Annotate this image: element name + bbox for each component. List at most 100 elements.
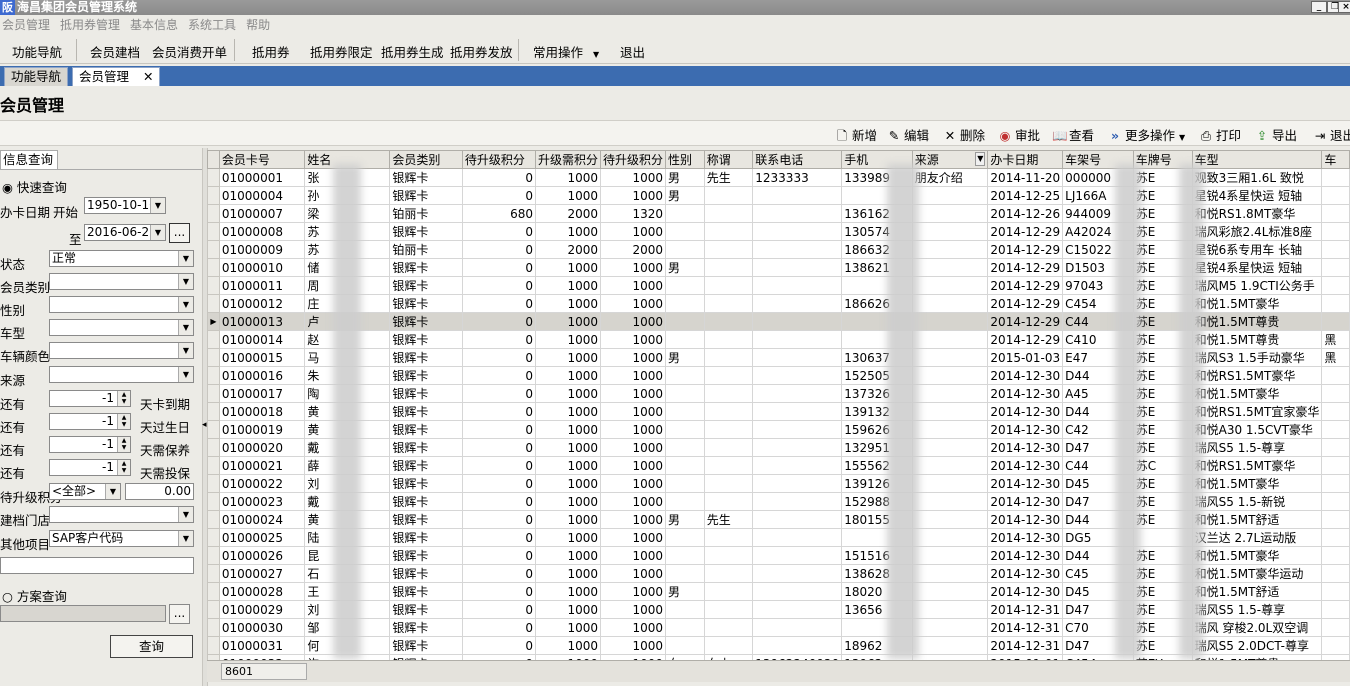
column-header[interactable]: 来源 ▼ — [911, 150, 989, 169]
chevron-down-icon[interactable]: ▼ — [178, 297, 193, 312]
chevron-down-icon[interactable]: ▼ — [178, 507, 193, 522]
common-ops-button[interactable]: 常用操作 ▼ — [533, 42, 599, 61]
row-indicator[interactable] — [207, 636, 220, 655]
row-indicator[interactable] — [207, 204, 220, 223]
row-indicator[interactable] — [207, 186, 220, 205]
member-type-select[interactable]: ▼ — [49, 273, 194, 290]
edit-button[interactable]: ✎ 编辑 — [887, 125, 929, 144]
close-icon[interactable]: ✕ — [143, 69, 153, 84]
column-header[interactable]: 会员类别 — [389, 150, 463, 169]
maintenance-stepper[interactable]: -1 ▲ ▼ — [49, 436, 131, 453]
menu-system-tools[interactable]: 系统工具 — [188, 18, 236, 32]
close-button[interactable]: × — [1338, 1, 1350, 13]
coupon-issue-button[interactable]: 抵用券发放 — [450, 42, 513, 61]
chevron-down-icon[interactable]: ▼ — [178, 274, 193, 289]
column-header[interactable]: 称谓 — [703, 150, 754, 169]
exit-button[interactable]: 退出 — [620, 42, 645, 61]
chevron-down-icon[interactable]: ▼ — [178, 251, 193, 266]
birthday-stepper[interactable]: -1 ▲ ▼ — [49, 413, 131, 430]
row-indicator[interactable] — [207, 528, 220, 547]
status-select[interactable]: 正常 ▼ — [49, 250, 194, 267]
row-indicator[interactable] — [207, 348, 220, 367]
more-ops-button[interactable]: » 更多操作 ▼ — [1108, 125, 1185, 144]
row-indicator[interactable] — [207, 438, 220, 457]
member-file-button[interactable]: 会员建档 — [90, 42, 140, 61]
chevron-down-icon[interactable]: ▼ — [178, 320, 193, 335]
row-indicator[interactable] — [207, 510, 220, 529]
row-indicator[interactable] — [207, 564, 220, 583]
menu-member[interactable]: 会员管理 — [2, 18, 50, 32]
tab-nav[interactable]: 功能导航 — [4, 67, 69, 86]
row-indicator[interactable] — [207, 258, 220, 277]
row-indicator[interactable] — [207, 276, 220, 295]
row-indicator[interactable] — [207, 294, 220, 313]
source-select[interactable]: ▼ — [49, 366, 194, 383]
column-header[interactable]: 性别 — [665, 150, 705, 169]
other-item-input[interactable] — [0, 557, 194, 574]
spin-arrows-icon[interactable]: ▲ ▼ — [117, 437, 130, 452]
spin-arrows-icon[interactable]: ▲ ▼ — [117, 460, 130, 475]
row-indicator[interactable] — [207, 402, 220, 421]
chevron-down-icon[interactable]: ▼ — [178, 531, 193, 546]
row-pointer-icon[interactable]: ▶ — [207, 312, 220, 331]
chevron-down-icon[interactable]: ▼ — [178, 343, 193, 358]
column-header[interactable]: 待升级积分 — [461, 150, 537, 169]
chevron-down-icon[interactable]: ▼ — [150, 225, 165, 240]
end-date-picker[interactable]: 2016-06-21 ▼ — [84, 224, 166, 241]
minimize-button[interactable]: _ — [1311, 1, 1327, 13]
export-button[interactable]: ⇪ 导出 — [1255, 125, 1297, 144]
tab-member-management[interactable]: 会员管理 ✕ — [72, 67, 161, 86]
tab-info-query[interactable]: 信息查询 — [0, 150, 58, 169]
column-header[interactable]: 升级需积分 — [535, 150, 602, 169]
card-expire-stepper[interactable]: -1 ▲ ▼ — [49, 390, 131, 407]
menu-basic-info[interactable]: 基本信息 — [130, 18, 178, 32]
row-indicator[interactable] — [207, 168, 220, 187]
chevron-down-icon[interactable]: ▼ — [105, 484, 120, 499]
row-indicator[interactable] — [207, 456, 220, 475]
chevron-down-icon[interactable]: ▼ — [150, 198, 165, 213]
plan-query-radio[interactable]: ○ 方案查询 — [2, 586, 67, 605]
row-indicator[interactable] — [207, 600, 220, 619]
coupon-button[interactable]: 抵用券 — [252, 42, 290, 61]
print-button[interactable]: ⎙ 打印 — [1199, 125, 1241, 144]
column-header[interactable]: 待升级积分 — [600, 150, 667, 169]
column-header[interactable]: 办卡日期 — [987, 150, 1064, 169]
column-header[interactable]: 车型 — [1191, 150, 1323, 169]
row-indicator[interactable] — [207, 492, 220, 511]
column-header[interactable]: 联系电话 — [752, 150, 843, 169]
view-button[interactable]: 📖查看 — [1052, 125, 1094, 144]
spin-arrows-icon[interactable]: ▲ ▼ — [117, 414, 130, 429]
car-model-select[interactable]: ▼ — [49, 319, 194, 336]
spin-arrows-icon[interactable]: ▲ ▼ — [117, 391, 130, 406]
column-header[interactable]: 车 — [1321, 150, 1350, 169]
exit-action-button[interactable]: ⇥ 退出 — [1313, 125, 1350, 144]
row-indicator[interactable] — [207, 240, 220, 259]
start-date-picker[interactable]: 1950-10-10 ▼ — [84, 197, 166, 214]
car-color-select[interactable]: ▼ — [49, 342, 194, 359]
approve-button[interactable]: ◉ 审批 — [998, 125, 1040, 144]
chevron-down-icon[interactable]: ▼ — [178, 367, 193, 382]
query-button[interactable]: 查询 — [110, 635, 193, 658]
insurance-stepper[interactable]: -1 ▲ ▼ — [49, 459, 131, 476]
row-indicator[interactable] — [207, 384, 220, 403]
row-indicator[interactable] — [207, 420, 220, 439]
filter-dropdown-icon[interactable]: ▼ — [975, 152, 986, 166]
menu-help[interactable]: 帮助 — [246, 18, 270, 32]
member-consume-button[interactable]: 会员消费开单 — [152, 42, 227, 61]
plan-select[interactable] — [0, 605, 166, 622]
row-indicator[interactable] — [207, 330, 220, 349]
points-value-input[interactable]: 0.00 — [125, 483, 194, 500]
menu-coupon[interactable]: 抵用券管理 — [60, 18, 120, 32]
row-indicator[interactable] — [207, 222, 220, 241]
coupon-limit-button[interactable]: 抵用券限定 — [310, 42, 373, 61]
store-select[interactable]: ▼ — [49, 506, 194, 523]
column-header[interactable]: 会员卡号 — [218, 150, 306, 169]
row-indicator[interactable] — [207, 474, 220, 493]
plan-more-button[interactable]: ... — [169, 604, 190, 624]
row-indicator[interactable] — [207, 582, 220, 601]
other-item-select[interactable]: SAP客户代码 ▼ — [49, 530, 194, 547]
row-indicator[interactable] — [207, 618, 220, 637]
add-button[interactable]: 🗋 新增 — [835, 125, 877, 148]
row-indicator[interactable] — [207, 366, 220, 385]
coupon-generate-button[interactable]: 抵用券生成 — [381, 42, 444, 61]
